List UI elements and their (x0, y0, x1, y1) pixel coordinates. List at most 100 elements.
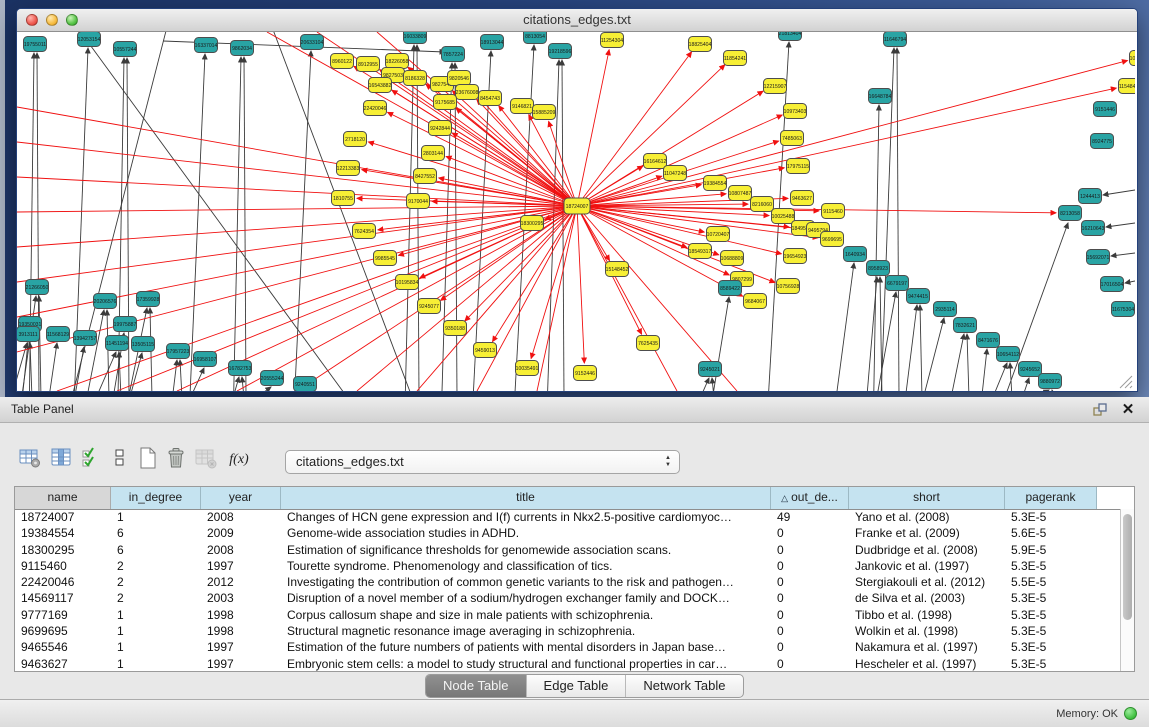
table-cell[interactable]: 5.3E-5 (1005, 509, 1097, 525)
zoom-button[interactable] (66, 14, 78, 26)
column-header-name[interactable]: name (15, 487, 111, 509)
row-height-button[interactable] (108, 446, 134, 472)
table-cell[interactable]: 5.5E-5 (1005, 574, 1097, 590)
table-cell[interactable]: 1997 (201, 656, 281, 671)
table-row[interactable]: 911546021997Tourette syndrome. Phenomeno… (15, 558, 1120, 574)
table-cell[interactable]: 1 (111, 656, 201, 671)
table-cell[interactable]: 18724007 (15, 509, 111, 525)
table-cell[interactable]: 0 (771, 623, 849, 639)
table-cell[interactable]: 1997 (201, 558, 281, 574)
table-cell[interactable]: Wolkin et al. (1998) (849, 623, 1005, 639)
table-cell[interactable]: 5.3E-5 (1005, 639, 1097, 655)
table-cell[interactable]: 5.3E-5 (1005, 656, 1097, 671)
table-row[interactable]: 969969511998Structural magnetic resonanc… (15, 623, 1120, 639)
table-cell[interactable]: 2009 (201, 525, 281, 541)
tab-edge-table[interactable]: Edge Table (527, 675, 627, 697)
table-cell[interactable]: 9463627 (15, 656, 111, 671)
table-cell[interactable]: Estimation of significance thresholds fo… (281, 542, 771, 558)
resize-grip-icon[interactable] (1117, 373, 1133, 389)
table-row[interactable]: 1872400712008Changes of HCN gene express… (15, 509, 1120, 525)
table-cell[interactable]: 1997 (201, 639, 281, 655)
table-mode-button[interactable] (18, 446, 44, 472)
table-cell[interactable]: 2008 (201, 542, 281, 558)
table-row[interactable]: 2242004622012Investigating the contribut… (15, 574, 1120, 590)
function-builder-button[interactable]: f(x) (226, 446, 252, 472)
table-cell[interactable]: 9699695 (15, 623, 111, 639)
table-cell[interactable]: Corpus callosum shape and size in male p… (281, 607, 771, 623)
column-header-year[interactable]: year (201, 487, 281, 509)
table-cell[interactable]: 1998 (201, 623, 281, 639)
table-cell[interactable]: 0 (771, 558, 849, 574)
show-columns-button[interactable] (50, 446, 76, 472)
close-button[interactable] (26, 14, 38, 26)
column-header-out_de[interactable]: △out_de... (771, 487, 849, 509)
table-cell[interactable]: 2 (111, 590, 201, 606)
table-cell[interactable]: Genome-wide association studies in ADHD. (281, 525, 771, 541)
column-header-title[interactable]: title (281, 487, 771, 509)
tab-network-table[interactable]: Network Table (626, 675, 742, 697)
table-cell[interactable]: Yano et al. (2008) (849, 509, 1005, 525)
create-column-button[interactable] (136, 446, 162, 472)
table-cell[interactable]: Jankovic et al. (1997) (849, 558, 1005, 574)
table-cell[interactable]: Embryonic stem cells: a model to study s… (281, 656, 771, 671)
network-canvas[interactable]: 1872400789601228912955182260589827503165… (17, 32, 1135, 391)
table-cell[interactable]: 2 (111, 574, 201, 590)
window-titlebar[interactable]: citations_edges.txt (17, 9, 1137, 32)
table-cell[interactable]: 49 (771, 509, 849, 525)
table-cell[interactable]: 6 (111, 525, 201, 541)
table-row[interactable]: 1938455462009Genome-wide association stu… (15, 525, 1120, 541)
table-cell[interactable]: 6 (111, 542, 201, 558)
network-window[interactable]: citations_edges.txt 18724007896012289129… (16, 8, 1138, 392)
table-cell[interactable]: 2 (111, 558, 201, 574)
table-row[interactable]: 946362711997Embryonic stem cells: a mode… (15, 656, 1120, 671)
table-cell[interactable]: 9465546 (15, 639, 111, 655)
table-cell[interactable]: Changes of HCN gene expression and I(f) … (281, 509, 771, 525)
table-cell[interactable]: 5.3E-5 (1005, 623, 1097, 639)
table-row[interactable]: 946554611997Estimation of the future num… (15, 639, 1120, 655)
minimize-button[interactable] (46, 14, 58, 26)
table-cell[interactable]: Nakamura et al. (1997) (849, 639, 1005, 655)
table-cell[interactable]: 5.6E-5 (1005, 525, 1097, 541)
table-cell[interactable]: Tourette syndrome. Phenomenology and cla… (281, 558, 771, 574)
table-cell[interactable]: Disruption of a novel member of a sodium… (281, 590, 771, 606)
table-panel-titlebar[interactable]: Table Panel ✕ (0, 397, 1149, 423)
table-selector-dropdown[interactable]: citations_edges.txt ▲ ▼ (285, 450, 680, 474)
table-cell[interactable]: 2012 (201, 574, 281, 590)
table-cell[interactable]: Investigating the contribution of common… (281, 574, 771, 590)
table-cell[interactable]: 1 (111, 639, 201, 655)
table-cell[interactable]: 14569117 (15, 590, 111, 606)
table-cell[interactable]: 18300295 (15, 542, 111, 558)
table-cell[interactable]: 1 (111, 607, 201, 623)
table-row[interactable]: 1830029562008Estimation of significance … (15, 542, 1120, 558)
table-cell[interactable]: Structural magnetic resonance image aver… (281, 623, 771, 639)
table-cell[interactable]: 5.9E-5 (1005, 542, 1097, 558)
table-cell[interactable]: Hescheler et al. (1997) (849, 656, 1005, 671)
table-cell[interactable]: 0 (771, 574, 849, 590)
table-cell[interactable]: 5.3E-5 (1005, 558, 1097, 574)
table-cell[interactable]: 5.3E-5 (1005, 590, 1097, 606)
table-cell[interactable]: Stergiakouli et al. (2012) (849, 574, 1005, 590)
table-cell[interactable]: 1 (111, 623, 201, 639)
table-cell[interactable]: Franke et al. (2009) (849, 525, 1005, 541)
table-cell[interactable]: 0 (771, 639, 849, 655)
close-panel-button[interactable]: ✕ (1119, 401, 1137, 419)
table-cell[interactable]: Dudbridge et al. (2008) (849, 542, 1005, 558)
table-cell[interactable]: 0 (771, 525, 849, 541)
table-cell[interactable]: 0 (771, 656, 849, 671)
table-cell[interactable]: 1 (111, 509, 201, 525)
table-cell[interactable]: 9115460 (15, 558, 111, 574)
table-cell[interactable]: Tibbo et al. (1998) (849, 607, 1005, 623)
table-cell[interactable]: de Silva et al. (2003) (849, 590, 1005, 606)
column-header-pagerank[interactable]: pagerank (1005, 487, 1097, 509)
table-cell[interactable]: 1998 (201, 607, 281, 623)
float-panel-button[interactable] (1091, 401, 1109, 419)
tab-node-table[interactable]: Node Table (426, 675, 527, 697)
scrollbar-thumb[interactable] (1123, 514, 1132, 620)
table-cell[interactable]: 0 (771, 607, 849, 623)
table-cell[interactable]: 9777169 (15, 607, 111, 623)
import-table-button[interactable] (194, 446, 220, 472)
table-cell[interactable]: 0 (771, 542, 849, 558)
table-row[interactable]: 1456911722003Disruption of a novel membe… (15, 590, 1120, 606)
column-header-short[interactable]: short (849, 487, 1005, 509)
table-row[interactable]: 977716911998Corpus callosum shape and si… (15, 607, 1120, 623)
